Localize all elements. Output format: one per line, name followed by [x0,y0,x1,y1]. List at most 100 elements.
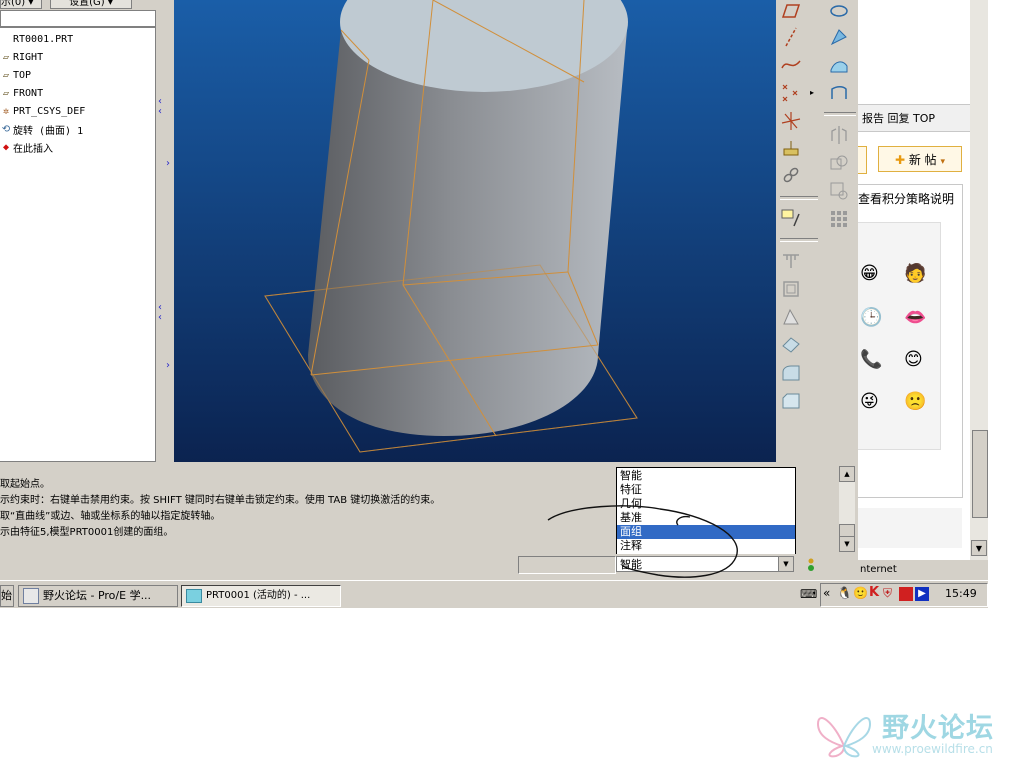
message-line: 示约束时：右键单击禁用约束。按 SHIFT 键同时右键单击锁定约束。使用 TAB… [0,495,441,506]
hand-drawn-annotation [547,505,738,578]
mirror-tool-icon[interactable] [828,124,850,146]
datum-curve-tool-icon[interactable] [780,54,802,76]
round-tool-icon[interactable] [780,362,802,384]
shield-icon[interactable]: ⛨ [883,586,892,601]
boundary-tool-icon[interactable] [828,82,850,104]
shell-tool-icon[interactable] [780,278,802,300]
trim-tool-icon[interactable] [828,180,850,202]
proe-icon [186,589,202,603]
pattern-tool-icon[interactable] [828,208,850,230]
traffic-light-icon [804,557,818,573]
tree-item-label: PRT_CSYS_DEF [13,105,86,117]
post-links[interactable]: 报告 回复 TOP [858,104,970,132]
scroll-up-icon[interactable]: ▲ [839,466,855,482]
new-post-button[interactable]: ✚ 新 帖 ▾ [878,146,962,172]
message-scrollbar[interactable]: ▲ ▼ [839,466,855,552]
browser-scrollbar-thumb[interactable] [972,430,988,518]
grin-emoticon-icon[interactable]: 😁 [860,263,879,284]
annotation-tool-icon[interactable] [780,206,802,228]
smile-emoticon-icon[interactable]: 😊 [904,349,923,370]
scroll-down-icon[interactable]: ▼ [839,536,855,552]
tree-item-revolve[interactable]: ⟲ 旋转 (曲面) 1 [0,120,83,138]
tree-item-right[interactable]: ▱ RIGHT [0,48,43,66]
browser-scrollbar[interactable]: ▼ [970,0,988,560]
expand-right-icon: › [166,360,170,371]
chamfer-tool-icon[interactable] [780,390,802,412]
scroll-down-icon[interactable]: ▼ [971,540,987,556]
settings-menu-label: 设置(G) ▾ [69,0,113,8]
flyout-arrow-icon[interactable]: ▸ [810,88,814,97]
message-line: 取起始点。 [0,479,50,490]
rib-tool-icon[interactable] [780,334,802,356]
clock: 15:49 [945,587,977,600]
tree-item-label: RT0001.PRT [13,33,74,45]
phone-emoticon-icon[interactable]: 📞 [860,349,882,370]
new-post-label: 新 帖 [908,153,937,167]
expand-right-icon: › [166,158,170,169]
datum-plane-icon: ▱ [2,51,10,63]
tree-item-part[interactable]: RT0001.PRT [0,30,73,48]
keyboard-icon[interactable]: ⌨ [800,587,817,601]
model-tree-header-field [0,10,156,27]
tree-sash[interactable]: ‹ ‹ › ‹ ‹ › [156,0,172,462]
tray-expand-icon[interactable]: « [823,586,830,600]
tongue-emoticon-icon[interactable]: 😜 [860,391,879,412]
hole-tool-icon[interactable] [780,250,802,272]
taskbar-item-browser[interactable]: 野火论坛 - Pro/E 学... [18,585,178,607]
tree-item-front[interactable]: ▱ FRONT [0,84,43,102]
start-button-label: 始 [1,589,12,602]
taskbar-item-label: 野火论坛 - Pro/E 学... [43,589,152,602]
plus-icon: ✚ [894,153,906,167]
chevron-down-icon: ▾ [940,157,946,167]
qq-icon[interactable]: 🐧 [837,586,852,600]
chevron-down-icon[interactable]: ▼ [778,557,793,571]
browser-window-fragment: 报告 回复 TOP ✚ 新 帖 ▾ 查看积分策略说明 😁 🧑 🕒 👄 📞 😊 😜… [858,0,988,578]
media-player-icon[interactable]: ▶ [915,587,929,601]
show-menu-button[interactable]: 示(0) ▾ [0,0,42,9]
tree-item-top[interactable]: ▱ TOP [0,66,31,84]
datum-plane-tool-icon[interactable] [780,0,802,22]
tree-item-insert-here[interactable]: ◆ 在此插入 [0,138,53,156]
clock-emoticon-icon[interactable]: 🕒 [860,307,882,328]
taskbar-item-proe[interactable]: PRT0001 (活动的) - ... [181,585,341,607]
collapse-left-icon: ‹ [158,106,162,117]
filter-option[interactable]: 智能 [617,469,795,483]
blend-tool-icon[interactable] [828,54,850,76]
graphics-viewport[interactable] [174,0,776,462]
datum-axis-tool-icon[interactable] [780,26,802,48]
sketch-toolbar: ▸ [778,0,820,420]
model-tree-toolbar: 示(0) ▾ 设置(G) ▾ [0,0,172,30]
revolve-tool-icon[interactable] [828,0,850,22]
message-line: 示由特征5,模型PRT0001创建的面组。 [0,527,174,538]
draft-tool-icon[interactable] [780,306,802,328]
chain-tool-icon[interactable] [780,164,802,186]
toolbar-separator [780,238,818,242]
post-links-text: 报告 回复 TOP [862,112,936,125]
datum-plane-icon: ▱ [2,69,10,81]
credit-policy-text: 查看积分策略说明 [858,192,955,206]
tree-item-label: TOP [13,69,32,81]
browser-status-text: nternet [860,564,897,575]
datum-point-tool-icon[interactable] [780,82,802,104]
security-icon[interactable] [899,587,913,601]
sweep-tool-icon[interactable] [828,26,850,48]
credit-policy-link[interactable]: 查看积分策略说明 [858,188,962,210]
figure-emoticon-icon[interactable]: 🧑 [904,263,926,284]
messenger-icon[interactable]: 🙂 [853,586,868,600]
antivirus-icon[interactable]: K [869,585,879,600]
merge-tool-icon[interactable] [828,152,850,174]
model-tree[interactable]: RT0001.PRT ▱ RIGHT ▱ TOP ▱ FRONT ✲ PRT_CSYS_… [0,27,156,462]
csys-icon: ✲ [2,105,10,117]
tree-item-label: FRONT [13,87,44,99]
insert-here-icon: ◆ [2,141,10,153]
settings-menu-button[interactable]: 设置(G) ▾ [50,0,132,9]
tree-item-csys[interactable]: ✲ PRT_CSYS_DEF [0,102,85,120]
datum-plane-icon: ▱ [2,87,10,99]
start-button[interactable]: 始 [0,585,14,607]
revolve-icon: ⟲ [1,123,11,135]
analysis-tool-icon[interactable] [780,138,802,160]
lips-emoticon-icon[interactable]: 👄 [904,307,926,328]
datum-csys-tool-icon[interactable] [780,110,802,132]
toolbar-separator [780,196,818,200]
sad-emoticon-icon[interactable]: 🙁 [904,391,926,412]
